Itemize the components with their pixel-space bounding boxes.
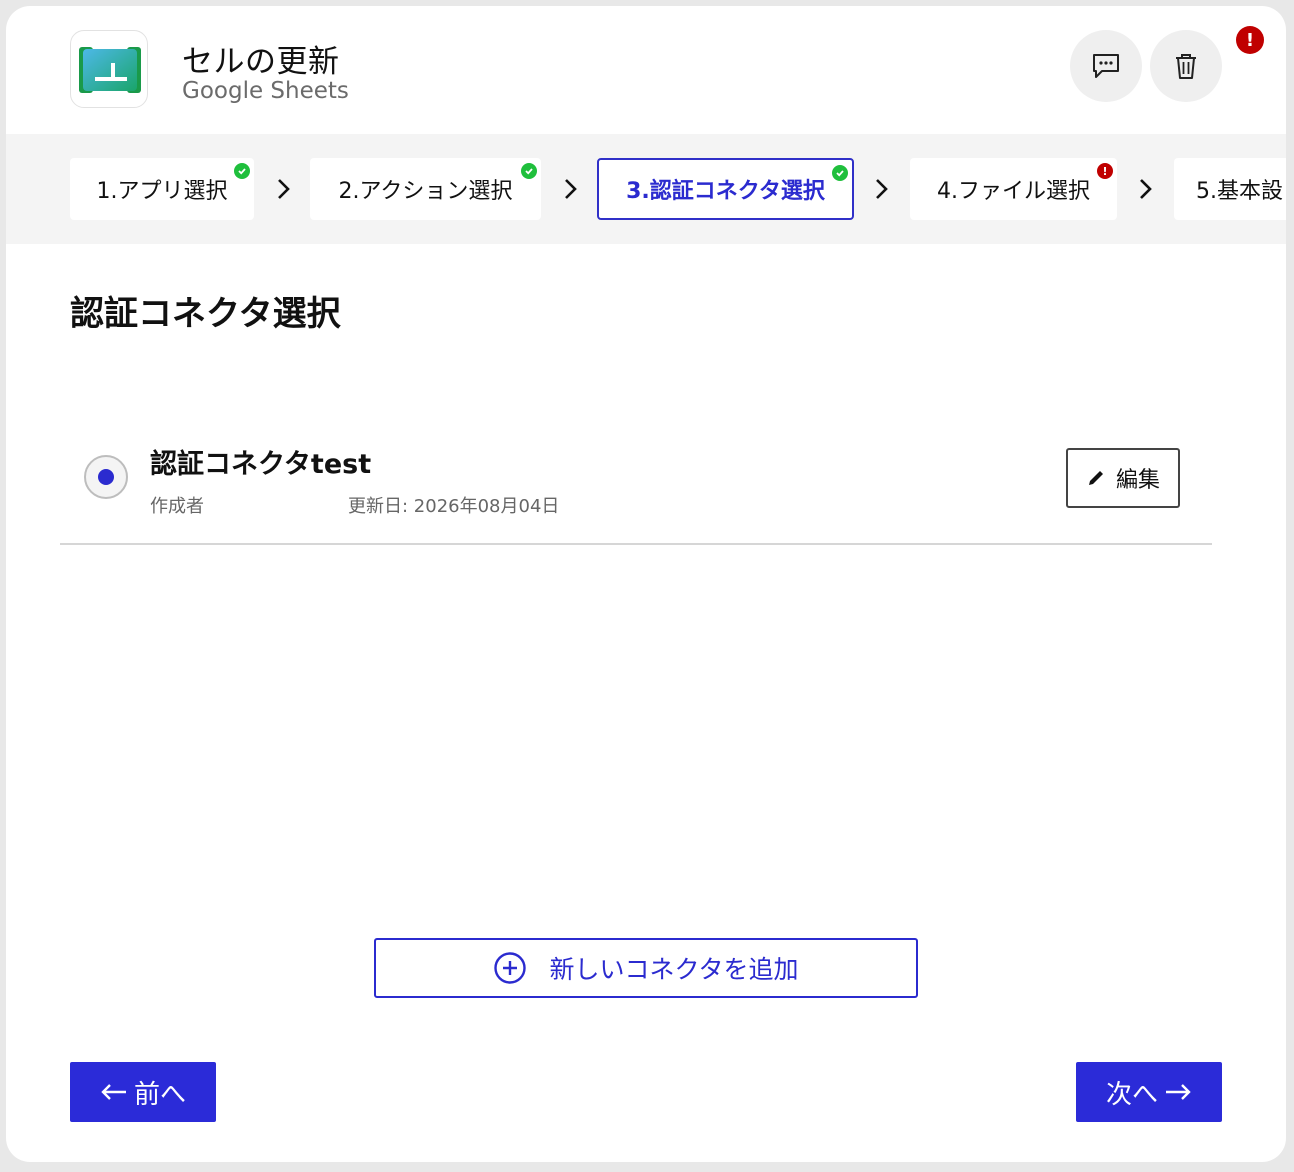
- next-button[interactable]: 次へ: [1076, 1062, 1222, 1122]
- connector-name: 認証コネクタtest: [150, 449, 372, 480]
- arrow-left-icon: [101, 1084, 126, 1100]
- chevron-right-icon: [565, 179, 577, 199]
- delete-button[interactable]: [1150, 30, 1222, 102]
- updated-date: 更新日: 2026年08月04日: [348, 496, 560, 517]
- comment-button[interactable]: [1070, 30, 1142, 102]
- check-icon: [521, 163, 537, 179]
- google-sheets-icon: [79, 47, 141, 93]
- step-basic-settings[interactable]: 5.基本設: [1174, 158, 1286, 220]
- step-progress-bar: 1.アプリ選択 2.アクション選択 3.認証コネクタ選択 4.ファイル選択 ! …: [6, 134, 1286, 244]
- add-connector-label: 新しいコネクタを追加: [549, 955, 799, 984]
- plus-circle-icon: [494, 952, 527, 984]
- edit-button[interactable]: 編集: [1066, 448, 1180, 508]
- trash-icon: [1176, 54, 1196, 79]
- alert-badge: !: [1236, 26, 1264, 54]
- check-icon: [234, 163, 250, 179]
- comment-icon: [1093, 54, 1119, 78]
- step-label: 5.基本設: [1196, 179, 1283, 204]
- radio-selected-dot: [98, 469, 114, 485]
- divider: [60, 543, 1212, 545]
- step-action-select[interactable]: 2.アクション選択: [310, 158, 541, 220]
- pencil-icon: [1088, 471, 1103, 485]
- prev-button[interactable]: 前へ: [70, 1062, 216, 1122]
- edit-label: 編集: [1115, 468, 1160, 493]
- next-label: 次へ: [1105, 1079, 1158, 1110]
- chevron-right-icon: [1140, 179, 1152, 199]
- app-icon: [70, 30, 148, 108]
- page-subtitle: Google Sheets: [182, 78, 349, 104]
- step-connector-select[interactable]: 3.認証コネクタ選択: [597, 158, 854, 220]
- section-title: 認証コネクタ選択: [70, 294, 341, 334]
- chevron-right-icon: [876, 179, 888, 199]
- check-icon: [832, 165, 848, 181]
- step-label: 3.認証コネクタ選択: [626, 179, 825, 204]
- error-icon: !: [1097, 163, 1113, 179]
- creator-label: 作成者: [150, 496, 204, 517]
- step-app-select[interactable]: 1.アプリ選択: [70, 158, 254, 220]
- arrow-right-icon: [1166, 1084, 1191, 1100]
- step-label: 1.アプリ選択: [96, 179, 228, 204]
- page-title: セルの更新: [182, 44, 340, 80]
- dialog-card: セルの更新 Google Sheets ! 1.アプリ選択 2.アクション選択 …: [6, 6, 1286, 1162]
- add-connector-button[interactable]: 新しいコネクタを追加: [374, 938, 918, 998]
- step-label: 4.ファイル選択: [937, 179, 1090, 204]
- step-file-select[interactable]: 4.ファイル選択 !: [910, 158, 1117, 220]
- prev-label: 前へ: [133, 1079, 186, 1110]
- connector-radio[interactable]: [84, 455, 128, 499]
- step-label: 2.アクション選択: [338, 179, 513, 204]
- chevron-right-icon: [278, 179, 290, 199]
